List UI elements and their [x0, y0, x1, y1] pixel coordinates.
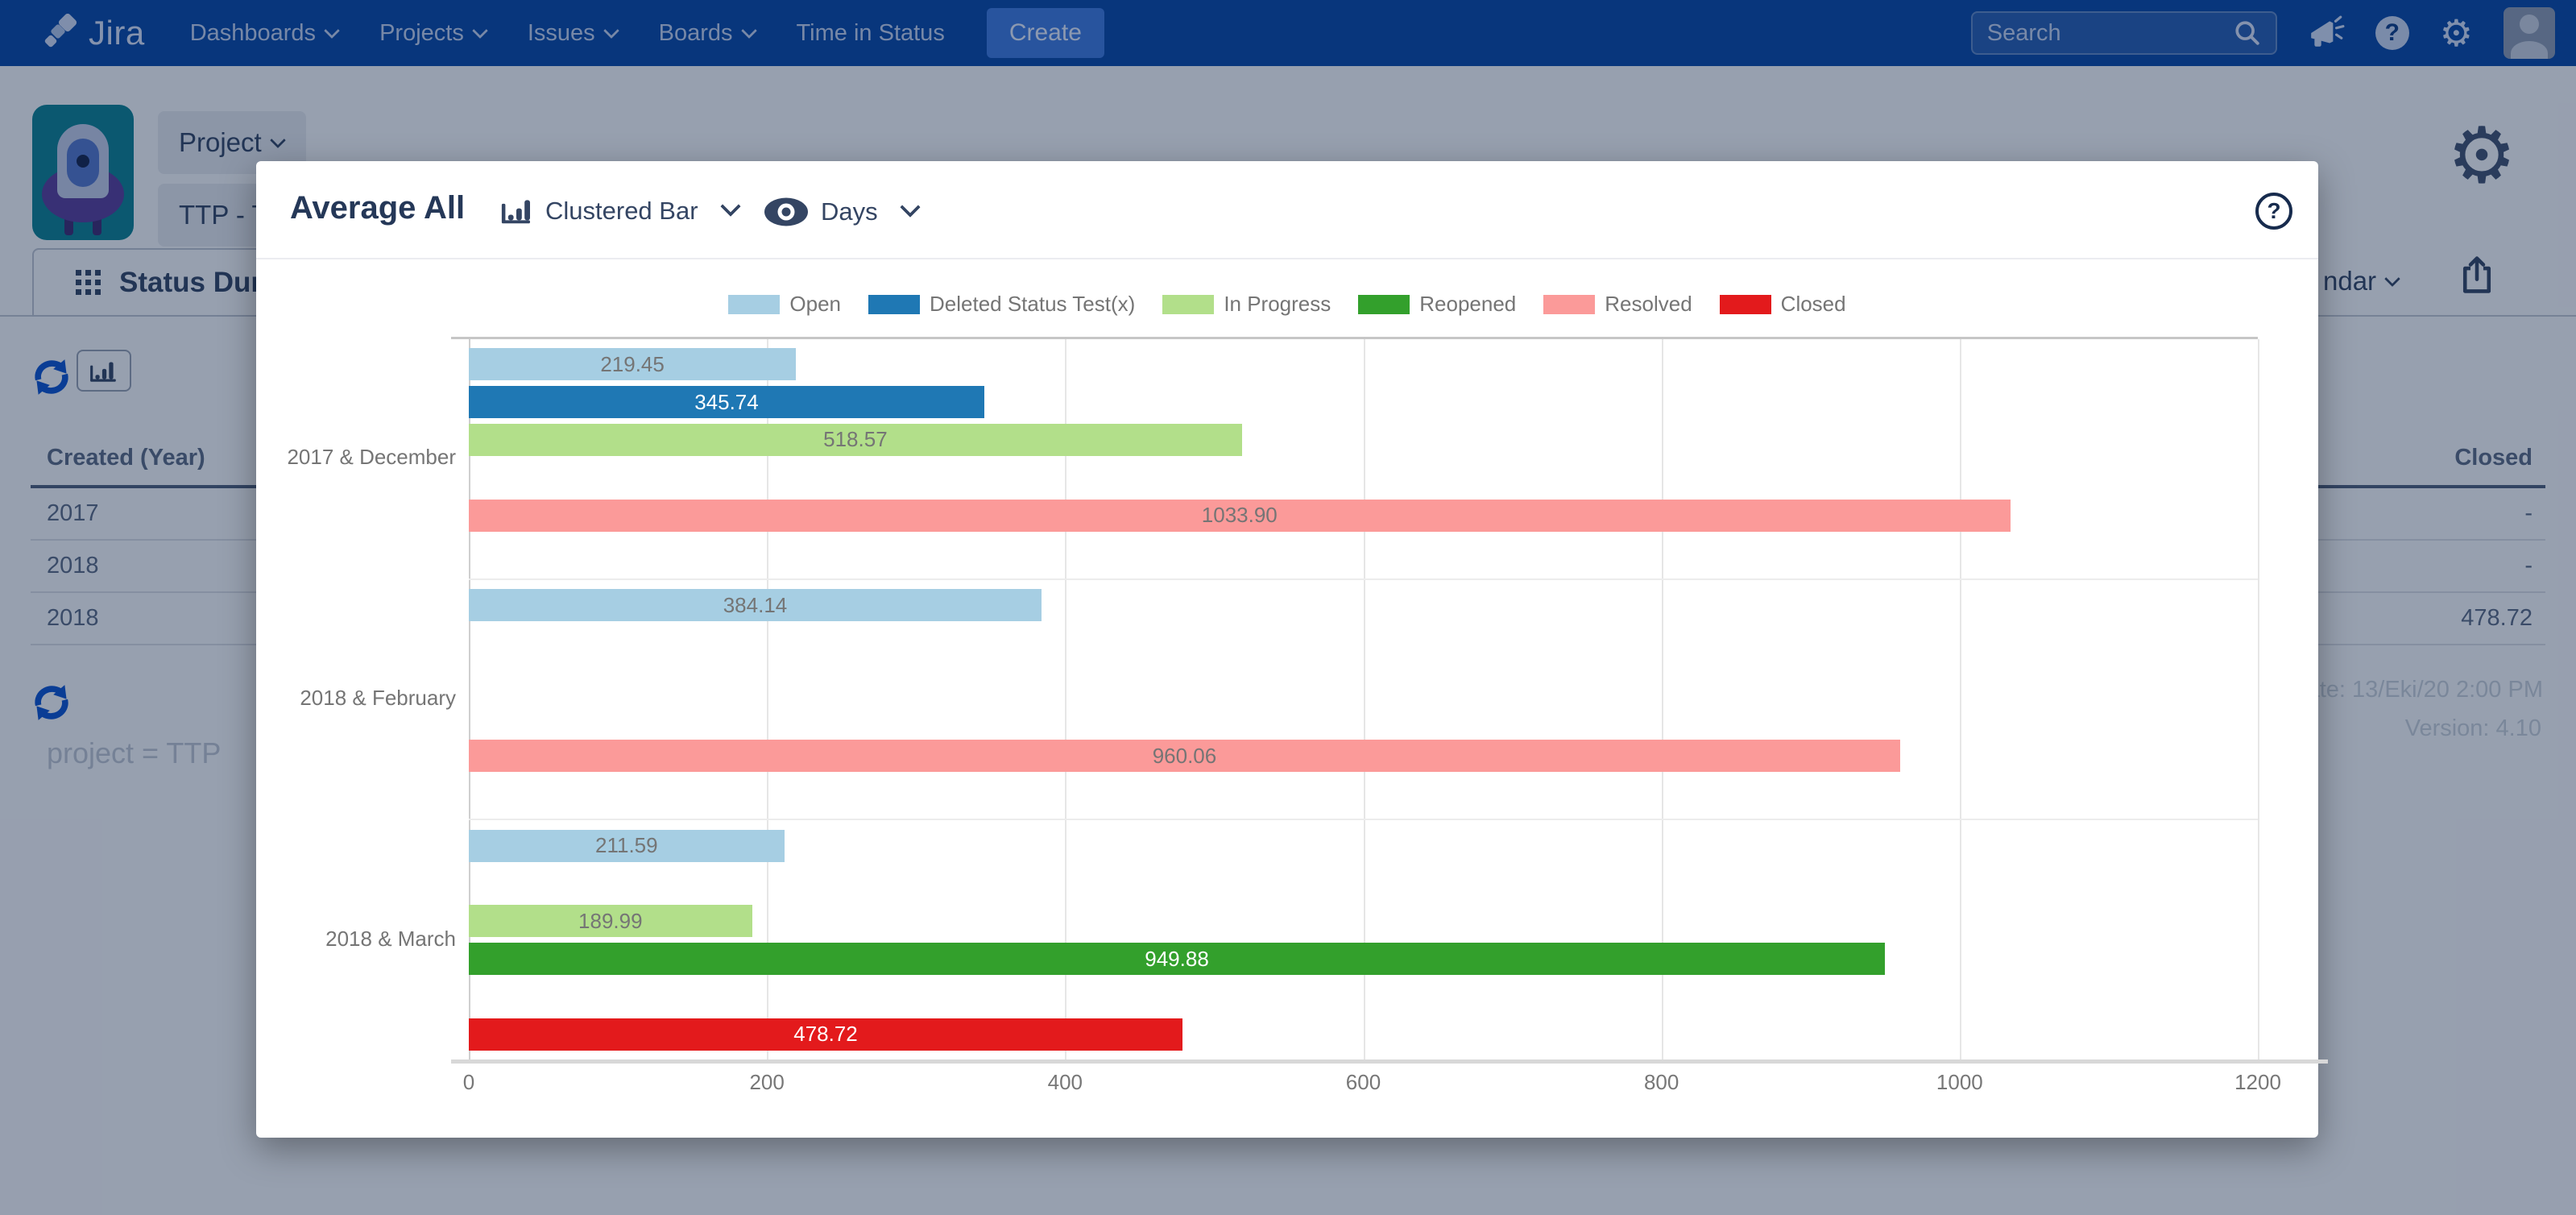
legend-item-reopened[interactable]: Reopened: [1358, 292, 1516, 317]
chart-type-label: Clustered Bar: [545, 197, 698, 226]
unit-label: Days: [821, 197, 878, 226]
bar-open: 211.59: [469, 830, 785, 862]
chart-type-dropdown[interactable]: Clustered Bar: [499, 197, 738, 226]
legend-swatch: [1358, 295, 1410, 314]
bar-slot: 949.88: [469, 940, 2258, 978]
legend-item-open[interactable]: Open: [728, 292, 841, 317]
bar-reopened: 949.88: [469, 943, 1885, 975]
chart-legend: Open Deleted Status Test(x) In Progress Reo…: [256, 292, 2318, 317]
bar-slot: [469, 699, 2258, 737]
unit-dropdown[interactable]: Days: [764, 197, 917, 227]
legend-label: In Progress: [1224, 292, 1331, 317]
bar-slot: [469, 534, 2258, 572]
x-axis-labels: 020040060080010001200: [469, 1070, 2258, 1097]
legend-label: Deleted Status Test(x): [930, 292, 1135, 317]
bar-slot: [469, 661, 2258, 699]
y-axis-label: 2018 & February: [256, 578, 456, 819]
legend-item-deleted-status-test-x[interactable]: Deleted Status Test(x): [868, 292, 1135, 317]
legend-label: Closed: [1781, 292, 1846, 317]
bar-value-label: 384.14: [723, 593, 788, 618]
x-axis-tick-label: 0: [463, 1070, 474, 1095]
bar-group-2018-march: 211.59 189.99 949.88 478.72: [469, 819, 2258, 1059]
bar-slot: 384.14: [469, 587, 2258, 624]
legend-item-in-progress[interactable]: In Progress: [1162, 292, 1331, 317]
eye-icon: [764, 197, 809, 227]
gridline: [2258, 339, 2259, 1059]
bar-slot: 211.59: [469, 827, 2258, 865]
x-axis-tick-label: 400: [1048, 1070, 1083, 1095]
chevron-down-icon: [720, 196, 740, 216]
chevron-down-icon: [900, 197, 920, 217]
legend-swatch: [868, 295, 920, 314]
legend-item-closed[interactable]: Closed: [1720, 292, 1846, 317]
bar-open: 219.45: [469, 348, 796, 380]
legend-item-resolved[interactable]: Resolved: [1543, 292, 1692, 317]
bar-value-label: 518.57: [823, 427, 888, 452]
x-axis-tick-label: 1000: [1936, 1070, 1983, 1095]
chart-modal: Average All Clustered Bar: [256, 161, 2318, 1138]
legend-label: Open: [789, 292, 841, 317]
legend-swatch: [1720, 295, 1771, 314]
bar-value-label: 1033.90: [1202, 503, 1278, 528]
legend-label: Resolved: [1605, 292, 1692, 317]
bar-value-label: 211.59: [595, 833, 658, 858]
bar-group-2017-december: 219.45 345.74 518.57 1033.90: [469, 339, 2258, 578]
bar-slot: 189.99: [469, 902, 2258, 940]
bar-resolved: 1033.90: [469, 500, 2011, 532]
bar-chart-icon: [499, 197, 533, 225]
x-axis-tick-label: 800: [1644, 1070, 1679, 1095]
bar-slot: [469, 865, 2258, 902]
bar-slot: 219.45: [469, 346, 2258, 384]
bar-slot: [469, 977, 2258, 1015]
legend-swatch: [728, 295, 780, 314]
bar-group-2018-february: 384.14 960.06: [469, 578, 2258, 819]
bar-value-label: 189.99: [578, 909, 643, 934]
bar-value-label: 345.74: [694, 390, 759, 415]
bar-slot: 345.74: [469, 384, 2258, 421]
bar-closed: 478.72: [469, 1018, 1182, 1051]
y-axis-labels: 2017 & December2018 & February2018 & Mar…: [256, 337, 456, 1059]
x-axis-tick-label: 200: [749, 1070, 784, 1095]
modal-help-icon[interactable]: ?: [2255, 193, 2292, 230]
bar-slot: [469, 624, 2258, 661]
plot-area: 219.45 345.74 518.57 1033.90 384.14 960.06 211…: [469, 337, 2258, 1059]
bar-value-label: 219.45: [600, 352, 665, 377]
bar-value-label: 949.88: [1145, 947, 1209, 972]
bar-slot: [469, 775, 2258, 813]
bar-slot: [469, 458, 2258, 496]
bar-slot: 1033.90: [469, 496, 2258, 534]
bar-in-progress: 518.57: [469, 424, 1242, 456]
x-axis-tick-label: 1200: [2234, 1070, 2281, 1095]
bar-slot: 478.72: [469, 1015, 2258, 1053]
y-axis-label: 2017 & December: [256, 337, 456, 578]
bar-value-label: 960.06: [1153, 744, 1217, 769]
y-axis-label: 2018 & March: [256, 819, 456, 1059]
bar-open: 384.14: [469, 589, 1042, 621]
modal-header-divider: [256, 258, 2318, 259]
bar-slot: 518.57: [469, 421, 2258, 459]
modal-title: Average All: [290, 190, 465, 226]
bar-in-progress: 189.99: [469, 905, 752, 937]
bar-resolved: 960.06: [469, 740, 1900, 772]
bar-value-label: 478.72: [793, 1022, 858, 1047]
legend-label: Reopened: [1419, 292, 1516, 317]
legend-swatch: [1543, 295, 1595, 314]
bar-slot: 960.06: [469, 737, 2258, 775]
x-axis-tick-label: 600: [1346, 1070, 1381, 1095]
jira-app: Jira DashboardsProjectsIssuesBoardsTime …: [0, 0, 2576, 1215]
bar-deleted-status-test-x: 345.74: [469, 386, 984, 418]
legend-swatch: [1162, 295, 1214, 314]
